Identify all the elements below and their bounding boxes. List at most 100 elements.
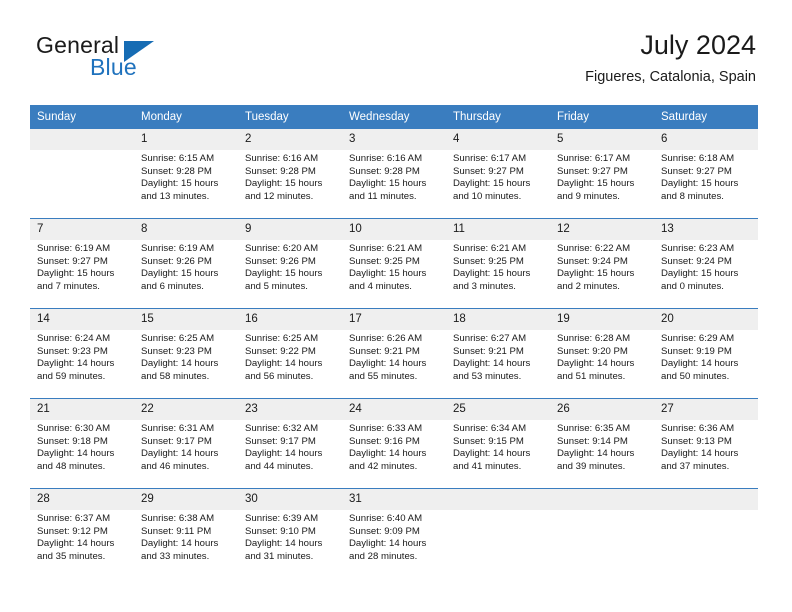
weekday-header-sunday: Sunday [30, 105, 134, 129]
day-detail-line: Sunrise: 6:15 AM [141, 153, 215, 164]
calendar-day-cell[interactable]: 23 Sunrise: 6:32 AM Sunset: 9:17 PM Dayligh… [238, 398, 342, 489]
calendar-day-cell[interactable]: 8 Sunrise: 6:19 AM Sunset: 9:26 PM Daylight… [134, 218, 238, 309]
day-detail-line: Daylight: 14 hours [453, 448, 531, 460]
day-detail-line: Sunrise: 6:16 AM [245, 153, 319, 164]
calendar-day-cell[interactable]: 22 Sunrise: 6:31 AM Sunset: 9:17 PM Dayligh… [134, 398, 238, 489]
calendar-day-cell[interactable]: 5 Sunrise: 6:17 AM Sunset: 9:27 PM Daylight… [550, 128, 654, 219]
day-detail-line: Daylight: 15 hours [349, 178, 427, 190]
day-detail-line: and 44 minutes. [245, 460, 314, 472]
day-detail-line: Sunset: 9:27 PM [557, 165, 628, 177]
day-number: 31 [342, 489, 446, 510]
day-details: Sunrise: 6:39 AM Sunset: 9:10 PM Daylight:… [238, 510, 342, 563]
calendar-day-cell[interactable]: 10 Sunrise: 6:21 AM Sunset: 9:25 PM Dayligh… [342, 218, 446, 309]
calendar-day-cell[interactable]: 29 Sunrise: 6:38 AM Sunset: 9:11 PM Dayligh… [134, 488, 238, 578]
day-number: 12 [550, 219, 654, 240]
calendar-day-cell[interactable]: 19 Sunrise: 6:28 AM Sunset: 9:20 PM Dayligh… [550, 308, 654, 399]
day-detail-line: Sunrise: 6:18 AM [661, 153, 735, 164]
day-detail-line: Sunset: 9:28 PM [245, 165, 316, 177]
day-detail-line: Sunset: 9:26 PM [245, 255, 316, 267]
day-number: 17 [342, 309, 446, 330]
calendar-day-cell[interactable]: 28 Sunrise: 6:37 AM Sunset: 9:12 PM Dayligh… [30, 488, 134, 578]
calendar-day-cell[interactable]: 4 Sunrise: 6:17 AM Sunset: 9:27 PM Daylight… [446, 128, 550, 219]
day-detail-line: and 42 minutes. [349, 460, 418, 472]
day-detail-line: Sunset: 9:22 PM [245, 345, 316, 357]
calendar-day-cell[interactable]: 30 Sunrise: 6:39 AM Sunset: 9:10 PM Dayligh… [238, 488, 342, 578]
day-detail-line: Sunset: 9:17 PM [141, 435, 212, 447]
day-detail-line: Sunrise: 6:19 AM [141, 243, 215, 254]
day-detail-line: Sunset: 9:14 PM [557, 435, 628, 447]
day-details: Sunrise: 6:16 AM Sunset: 9:28 PM Daylight:… [238, 150, 342, 203]
calendar-day-cell[interactable]: 3 Sunrise: 6:16 AM Sunset: 9:28 PM Daylight… [342, 128, 446, 219]
calendar-day-cell[interactable]: 17 Sunrise: 6:26 AM Sunset: 9:21 PM Dayligh… [342, 308, 446, 399]
calendar-day-cell-empty [446, 488, 550, 578]
day-detail-line: Daylight: 15 hours [557, 178, 635, 190]
day-detail-line: and 31 minutes. [245, 550, 314, 562]
day-details: Sunrise: 6:34 AM Sunset: 9:15 PM Daylight:… [446, 420, 550, 473]
calendar-day-cell-empty [654, 488, 758, 578]
calendar-day-cell[interactable]: 2 Sunrise: 6:16 AM Sunset: 9:28 PM Daylight… [238, 128, 342, 219]
day-details: Sunrise: 6:25 AM Sunset: 9:22 PM Daylight:… [238, 330, 342, 383]
day-number [654, 489, 758, 510]
day-number: 15 [134, 309, 238, 330]
day-detail-line: and 50 minutes. [661, 370, 730, 382]
day-detail-line: and 33 minutes. [141, 550, 210, 562]
day-detail-line: Sunset: 9:20 PM [557, 345, 628, 357]
calendar-day-cell-empty [30, 128, 134, 219]
calendar-day-cell[interactable]: 12 Sunrise: 6:22 AM Sunset: 9:24 PM Dayligh… [550, 218, 654, 309]
day-number: 11 [446, 219, 550, 240]
calendar-week-row: 28 Sunrise: 6:37 AM Sunset: 9:12 PM Dayligh… [30, 488, 758, 578]
calendar-day-cell[interactable]: 18 Sunrise: 6:27 AM Sunset: 9:21 PM Dayligh… [446, 308, 550, 399]
day-detail-line: Sunrise: 6:30 AM [37, 423, 111, 434]
weekday-header-tuesday: Tuesday [238, 105, 342, 129]
day-detail-line: Sunrise: 6:32 AM [245, 423, 319, 434]
day-detail-line: Sunset: 9:27 PM [453, 165, 524, 177]
day-detail-line: Sunset: 9:12 PM [37, 525, 108, 537]
day-detail-line: and 3 minutes. [453, 280, 516, 292]
day-detail-line: Sunset: 9:19 PM [661, 345, 732, 357]
day-detail-line: and 2 minutes. [557, 280, 620, 292]
day-detail-line: Sunset: 9:26 PM [141, 255, 212, 267]
day-detail-line: Daylight: 14 hours [245, 448, 323, 460]
day-detail-line: Sunset: 9:09 PM [349, 525, 420, 537]
calendar-body: 1 Sunrise: 6:15 AM Sunset: 9:28 PM Daylight… [30, 128, 758, 578]
calendar-day-cell[interactable]: 16 Sunrise: 6:25 AM Sunset: 9:22 PM Dayligh… [238, 308, 342, 399]
day-detail-line: Daylight: 15 hours [453, 178, 531, 190]
calendar-day-cell[interactable]: 11 Sunrise: 6:21 AM Sunset: 9:25 PM Dayligh… [446, 218, 550, 309]
day-detail-line: Daylight: 14 hours [141, 448, 219, 460]
day-number: 25 [446, 399, 550, 420]
day-detail-line: Daylight: 14 hours [557, 448, 635, 460]
day-detail-line: Sunrise: 6:35 AM [557, 423, 631, 434]
calendar-day-cell[interactable]: 13 Sunrise: 6:23 AM Sunset: 9:24 PM Dayligh… [654, 218, 758, 309]
day-detail-line: and 48 minutes. [37, 460, 106, 472]
calendar-day-cell[interactable]: 27 Sunrise: 6:36 AM Sunset: 9:13 PM Dayligh… [654, 398, 758, 489]
day-detail-line: Daylight: 14 hours [245, 358, 323, 370]
calendar-day-cell[interactable]: 21 Sunrise: 6:30 AM Sunset: 9:18 PM Dayligh… [30, 398, 134, 489]
calendar-day-cell[interactable]: 9 Sunrise: 6:20 AM Sunset: 9:26 PM Daylight… [238, 218, 342, 309]
page-subtitle: Figueres, Catalonia, Spain [585, 69, 756, 85]
calendar-day-cell[interactable]: 25 Sunrise: 6:34 AM Sunset: 9:15 PM Dayligh… [446, 398, 550, 489]
day-detail-line: and 41 minutes. [453, 460, 522, 472]
day-detail-line: and 53 minutes. [453, 370, 522, 382]
day-detail-line: Daylight: 14 hours [141, 538, 219, 550]
day-number: 19 [550, 309, 654, 330]
calendar-day-cell[interactable]: 1 Sunrise: 6:15 AM Sunset: 9:28 PM Daylight… [134, 128, 238, 219]
calendar-day-cell[interactable]: 7 Sunrise: 6:19 AM Sunset: 9:27 PM Daylight… [30, 218, 134, 309]
day-detail-line: Daylight: 14 hours [661, 358, 739, 370]
day-detail-line: and 4 minutes. [349, 280, 412, 292]
calendar-day-cell[interactable]: 14 Sunrise: 6:24 AM Sunset: 9:23 PM Dayligh… [30, 308, 134, 399]
day-number: 7 [30, 219, 134, 240]
day-number: 28 [30, 489, 134, 510]
day-detail-line: and 46 minutes. [141, 460, 210, 472]
calendar-day-cell[interactable]: 15 Sunrise: 6:25 AM Sunset: 9:23 PM Dayligh… [134, 308, 238, 399]
day-detail-line: and 11 minutes. [349, 190, 417, 202]
calendar-day-cell[interactable]: 26 Sunrise: 6:35 AM Sunset: 9:14 PM Dayligh… [550, 398, 654, 489]
calendar-day-cell[interactable]: 24 Sunrise: 6:33 AM Sunset: 9:16 PM Dayligh… [342, 398, 446, 489]
day-number: 23 [238, 399, 342, 420]
day-detail-line: Sunrise: 6:36 AM [661, 423, 735, 434]
day-details: Sunrise: 6:32 AM Sunset: 9:17 PM Daylight:… [238, 420, 342, 473]
calendar-day-cell[interactable]: 6 Sunrise: 6:18 AM Sunset: 9:27 PM Daylight… [654, 128, 758, 219]
calendar-grid: Sunday Monday Tuesday Wednesday Thursday Frid… [30, 105, 758, 578]
day-details: Sunrise: 6:16 AM Sunset: 9:28 PM Daylight:… [342, 150, 446, 203]
calendar-day-cell[interactable]: 31 Sunrise: 6:40 AM Sunset: 9:09 PM Dayligh… [342, 488, 446, 578]
calendar-day-cell[interactable]: 20 Sunrise: 6:29 AM Sunset: 9:19 PM Dayligh… [654, 308, 758, 399]
